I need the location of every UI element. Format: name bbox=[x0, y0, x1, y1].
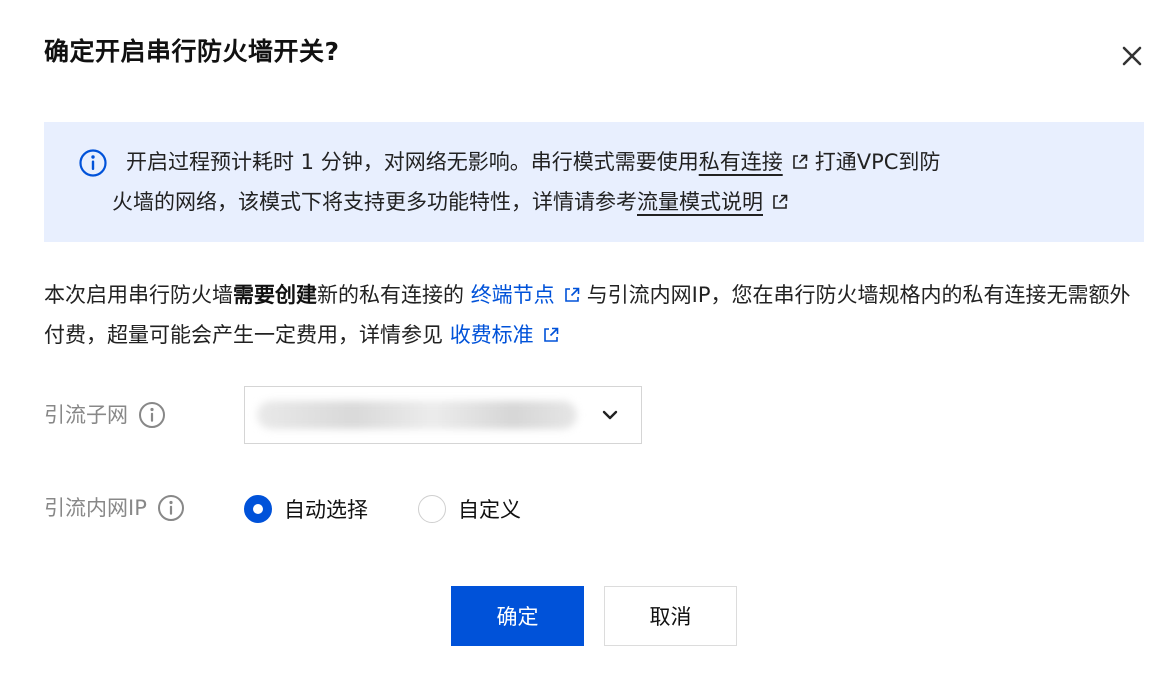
info-banner: 开启过程预计耗时 1 分钟，对网络无影响。串行模式需要使用私有连接 打通VPC到防… bbox=[44, 122, 1144, 242]
endpoint-link[interactable]: 终端节点 bbox=[471, 283, 555, 307]
external-link-icon[interactable] bbox=[771, 193, 789, 211]
subnet-label-row: 引流子网 bbox=[44, 399, 166, 431]
subnet-label: 引流子网 bbox=[44, 403, 128, 427]
radio-custom-label: 自定义 bbox=[458, 498, 521, 522]
ip-label: 引流内网IP bbox=[44, 496, 147, 520]
banner-text-3: 火墙的网络，该模式下将支持更多功能特性，详情请参考 bbox=[112, 190, 637, 214]
private-connection-link[interactable]: 私有连接 bbox=[699, 150, 783, 174]
banner-text-1: 开启过程预计耗时 1 分钟，对网络无影响。串行模式需要使用 bbox=[126, 150, 699, 174]
subnet-select-value-redacted bbox=[257, 401, 577, 429]
banner-text-2: 打通VPC到防 bbox=[814, 150, 941, 174]
radio-auto-label: 自动选择 bbox=[284, 498, 368, 522]
info-circle-icon[interactable] bbox=[157, 494, 185, 522]
external-link-icon[interactable] bbox=[563, 286, 581, 304]
desc-text-1: 本次启用串行防火墙 bbox=[44, 283, 233, 307]
chevron-down-icon bbox=[602, 410, 618, 420]
external-link-icon[interactable] bbox=[791, 153, 809, 171]
radio-custom[interactable]: 自定义 bbox=[418, 494, 521, 524]
radio-checked-indicator[interactable] bbox=[244, 495, 272, 523]
external-link-icon[interactable] bbox=[542, 326, 560, 344]
info-circle-icon[interactable] bbox=[138, 401, 166, 429]
cancel-button[interactable]: 取消 bbox=[604, 586, 737, 646]
info-circle-icon bbox=[79, 149, 107, 177]
radio-auto-select[interactable]: 自动选择 bbox=[244, 494, 368, 524]
confirm-dialog: 确定开启串行防火墙开关? 开启过程预计耗时 1 分钟，对网络无影响。串行模式需要… bbox=[0, 0, 1176, 678]
radio-unchecked-indicator[interactable] bbox=[418, 495, 446, 523]
description-paragraph: 本次启用串行防火墙需要创建新的私有连接的 终端节点 与引流内网IP，您在串行防火墙… bbox=[44, 275, 1144, 355]
confirm-button[interactable]: 确定 bbox=[451, 586, 584, 646]
ip-label-row: 引流内网IP bbox=[44, 492, 185, 524]
dialog-title: 确定开启串行防火墙开关? bbox=[44, 37, 340, 66]
desc-text-2: 新的私有连接的 bbox=[317, 283, 471, 307]
banner-text: 开启过程预计耗时 1 分钟，对网络无影响。串行模式需要使用私有连接 打通VPC到防… bbox=[112, 142, 1106, 222]
desc-bold: 需要创建 bbox=[233, 283, 317, 307]
subnet-select[interactable] bbox=[244, 386, 642, 444]
close-icon[interactable] bbox=[1118, 42, 1146, 70]
traffic-mode-link[interactable]: 流量模式说明 bbox=[637, 190, 763, 214]
pricing-link[interactable]: 收费标准 bbox=[450, 323, 534, 347]
